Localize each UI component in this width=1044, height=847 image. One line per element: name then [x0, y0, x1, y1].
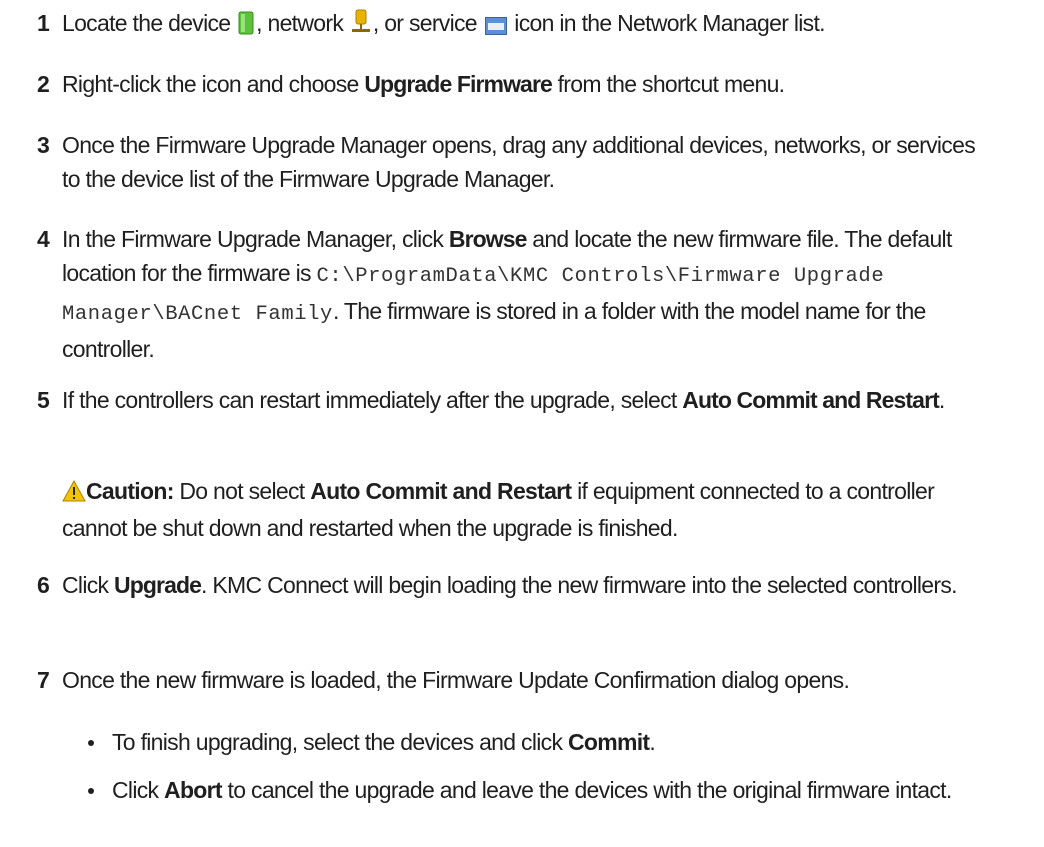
auto-commit-term: Auto Commit and Restart — [310, 478, 572, 504]
bullet-text-part: Click — [112, 777, 165, 803]
commit-term: Commit — [567, 729, 650, 755]
instruction-document: 1 Locate the device , network , or servi… — [0, 0, 1044, 847]
step-text-part: from the shortcut menu. — [551, 71, 785, 97]
step-number: 1 — [37, 10, 50, 36]
step-text-part: icon in the Network Manager list. — [508, 10, 825, 36]
bullet-dot — [88, 740, 94, 746]
step-text-part: . KMC Connect will begin loading the new… — [201, 572, 957, 598]
service-icon — [484, 10, 507, 44]
step-text-part: , network — [256, 10, 344, 36]
auto-commit-term: Auto Commit and Restart — [682, 387, 939, 413]
step-text-part: If the controllers can restart immediate… — [62, 387, 683, 413]
step-text: Right-click the icon and choose Upgrade … — [62, 67, 986, 101]
caution-label: Caution: — [86, 478, 174, 504]
step-text: Once the new firmware is loaded, the Fir… — [62, 667, 850, 693]
step-text: If the controllers can restart immediate… — [62, 383, 986, 417]
step-number: 7 — [37, 667, 50, 693]
step-text-part: In the Firmware Upgrade Manager, click — [62, 226, 449, 252]
step-number: 4 — [37, 226, 50, 252]
step-number: 5 — [37, 387, 50, 413]
step-text-part: . — [938, 387, 945, 413]
caution-text-part: Do not select — [173, 478, 311, 504]
step-text-part: Click — [62, 572, 115, 598]
device-icon — [238, 10, 254, 44]
network-icon — [351, 9, 371, 44]
caution-note: Caution: Do not select Auto Commit and R… — [62, 474, 986, 545]
step-text: Locate the device , network , or service — [62, 6, 986, 44]
bullet-text: Click Abort to cancel the upgrade and le… — [112, 773, 986, 807]
bullet-dot — [88, 788, 94, 794]
warning-icon — [62, 477, 86, 511]
abort-term: Abort — [164, 777, 223, 803]
step-text: Once the Firmware Upgrade Manager opens,… — [62, 132, 976, 192]
step-number: 2 — [37, 71, 50, 97]
bullet-text-part: . — [649, 729, 656, 755]
bullet-text-part: To finish upgrading, select the devices … — [112, 729, 568, 755]
step-text: In the Firmware Upgrade Manager, click B… — [62, 222, 986, 366]
bullet-text-part: to cancel the upgrade and leave the devi… — [221, 777, 953, 803]
step-text: Click Upgrade. KMC Connect will begin lo… — [62, 568, 986, 602]
step-text-part: , or service — [372, 10, 478, 36]
upgrade-firmware-term: Upgrade Firmware — [364, 71, 552, 97]
step-number: 3 — [37, 132, 50, 158]
bullet-text: To finish upgrading, select the devices … — [112, 725, 986, 759]
step-text-part: Locate the device — [62, 10, 231, 36]
step-text-part: Right-click the icon and choose — [62, 71, 365, 97]
browse-term: Browse — [448, 226, 528, 252]
step-number: 6 — [37, 572, 50, 598]
upgrade-term: Upgrade — [114, 572, 202, 598]
